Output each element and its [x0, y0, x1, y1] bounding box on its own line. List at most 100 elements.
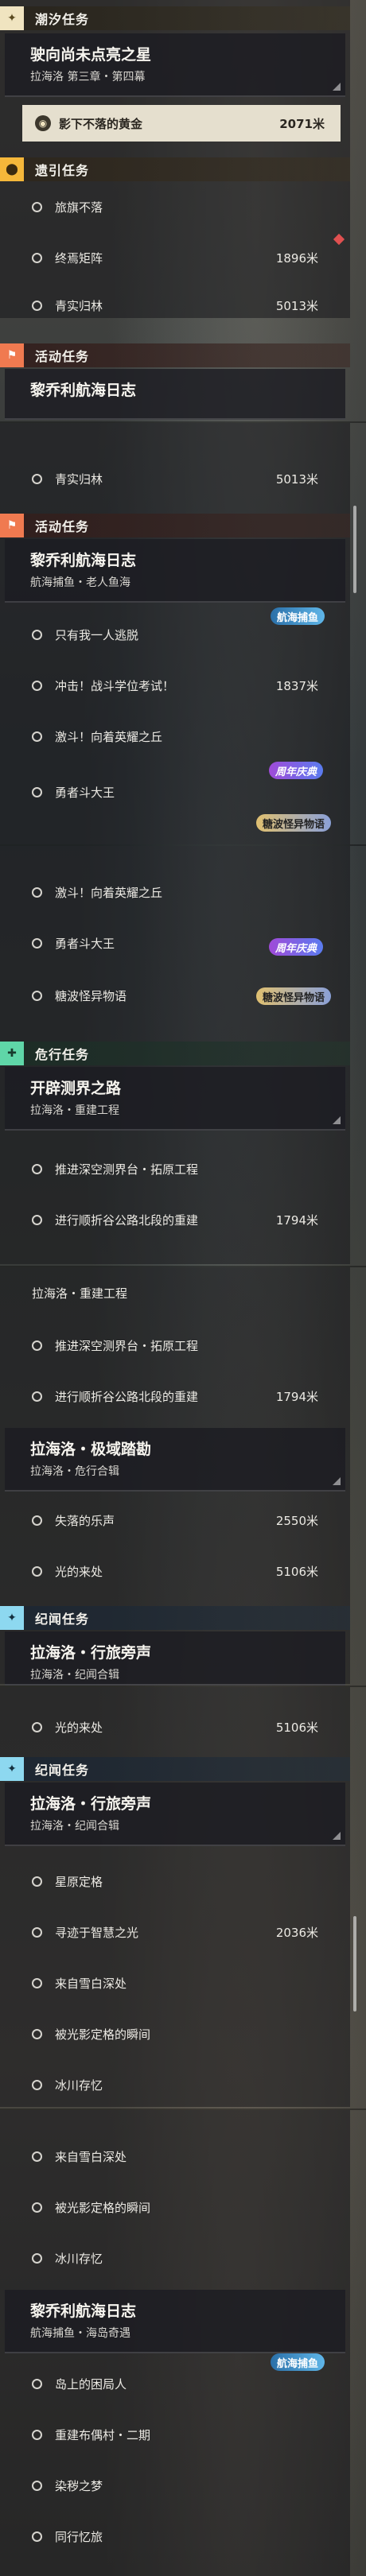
danger-quest-card[interactable]: 开辟测界之路 拉海洛・重建工程 — [5, 1067, 345, 1131]
circle-icon — [32, 990, 42, 1001]
list-item[interactable]: 光的来处 5106米 — [0, 1701, 350, 1752]
circle-icon — [32, 2480, 42, 2491]
flag-icon: ⚑ — [0, 343, 24, 367]
quest-subtitle: 拉海洛 第三章・第四幕 — [30, 71, 146, 83]
circle-icon — [32, 2028, 42, 2039]
quest-subtitle: 拉海洛・重建工程 — [30, 1104, 119, 1117]
item-distance: 5013米 — [275, 298, 318, 313]
guide-quest-header: ⬤ 遗引任务 — [0, 157, 350, 181]
list-item[interactable]: 寻迹于智慧之光 2036米 — [0, 1907, 350, 1957]
item-label: 终焉矩阵 — [55, 250, 103, 266]
list-item[interactable]: 推进深空测界台・拓原工程 — [0, 1143, 350, 1194]
item-label: 进行顺折谷公路北段的重建 — [55, 1212, 199, 1228]
circle-icon — [32, 1214, 42, 1225]
circle-icon — [32, 1721, 42, 1732]
list-item[interactable]: 来自雪白深处 — [0, 1957, 350, 2008]
list-item[interactable]: 失落的乐声 2550米 — [0, 1495, 350, 1546]
list-item[interactable]: 进行顺折谷公路北段的重建 1794米 — [0, 1371, 350, 1422]
activity-quest-card-2[interactable]: 黎乔利航海日志 航海捕鱼・海岛奇遇 — [5, 2290, 345, 2353]
list-item[interactable]: 进行顺折谷公路北段的重建 1794米 — [0, 1194, 350, 1245]
list-item[interactable]: 糖波怪异物语 — [0, 970, 350, 1021]
list-item[interactable]: 冲击！战斗学位考试！ 1837米 — [0, 660, 350, 711]
item-label: 进行顺折谷公路北段的重建 — [55, 1389, 199, 1404]
star-icon: ✦ — [0, 1757, 24, 1781]
shield-icon: ✚ — [0, 1042, 24, 1065]
scrollbar[interactable] — [353, 1916, 356, 2012]
circle-icon — [32, 2252, 42, 2264]
activity-quest-header: ⚑ 活动任务 — [0, 514, 350, 537]
circle-icon — [32, 1565, 42, 1577]
item-label: 被光影定格的瞬间 — [55, 2027, 151, 2042]
circle-icon — [32, 1515, 42, 1526]
circle-icon — [32, 1926, 42, 1938]
circle-icon — [32, 1163, 42, 1174]
list-item[interactable]: 重建布偶村・二期 — [0, 2409, 350, 2460]
circle-icon — [32, 1391, 42, 1402]
activity-quest-card[interactable]: 黎乔利航海日志 — [5, 369, 345, 420]
item-label: 激斗！向着英耀之丘 — [55, 729, 163, 744]
scrollbar[interactable] — [353, 506, 356, 593]
activity-quest-card[interactable]: 黎乔利航海日志 航海捕鱼・老人鱼海 — [5, 539, 345, 603]
chronicle-quest-card[interactable]: 拉海洛・行旅旁声 拉海洛・纪闻合辑 — [5, 1783, 345, 1846]
list-item[interactable]: 同行忆旅 — [0, 2511, 350, 2562]
list-item[interactable]: 激斗！向着英耀之丘 — [0, 711, 350, 762]
item-label: 冰川存忆 — [55, 2251, 103, 2266]
item-distance: 5106米 — [275, 1720, 318, 1735]
selected-objective[interactable]: ◉ 影下不落的黄金 2071米 — [22, 105, 341, 142]
item-label: 推进深空测界台・拓原工程 — [55, 1162, 199, 1177]
item-label: 冰川存忆 — [55, 2077, 103, 2093]
target-icon: ◉ — [35, 115, 51, 131]
item-label: 青实归林 — [55, 298, 103, 313]
story-badge: 糖波怪异物语 — [256, 814, 332, 832]
list-item[interactable]: 激斗！向着英耀之丘 — [0, 867, 350, 918]
item-label: 光的来处 — [55, 1564, 103, 1579]
circle-icon — [32, 886, 42, 898]
item-label: 糖波怪异物语 — [55, 988, 127, 1003]
danger-quest-card-2[interactable]: 拉海洛・极域踏勘 拉海洛・危行合辑 — [5, 1428, 345, 1492]
circle-icon — [32, 680, 42, 691]
circle-icon — [32, 937, 42, 949]
circle-icon — [32, 1977, 42, 1988]
list-item[interactable]: 光的来处 5106米 — [0, 1546, 350, 1596]
quest-subtitle: 拉海洛・危行合辑 — [30, 1465, 119, 1478]
list-item[interactable]: 冰川存忆 — [0, 2233, 350, 2283]
list-item[interactable]: 终焉矩阵 1896米 — [0, 232, 350, 283]
list-item[interactable]: 被光影定格的瞬间 — [0, 2008, 350, 2059]
list-item[interactable]: 染秽之梦 — [0, 2460, 350, 2511]
list-item[interactable]: 旅旗不落 — [0, 181, 350, 232]
circle-icon — [32, 786, 42, 797]
item-label: 只有我一人逃脱 — [55, 627, 139, 642]
item-label: 来自雪白深处 — [55, 1976, 127, 1991]
item-label: 光的来处 — [55, 1720, 103, 1735]
quest-subtitle: 拉海洛・纪闻合辑 — [30, 1820, 119, 1833]
item-label: 青实归林 — [55, 471, 103, 487]
chronicle-quest-header: ✦ 纪闻任务 — [0, 1606, 350, 1630]
list-item[interactable]: 被光影定格的瞬间 — [0, 2182, 350, 2233]
list-item[interactable]: 勇者斗大王 — [0, 918, 350, 968]
list-item[interactable]: 冰川存忆 — [0, 2059, 350, 2110]
item-label: 寻迹于智慧之光 — [55, 1925, 139, 1940]
circle-icon — [32, 2079, 42, 2090]
quest-title: 黎乔利航海日志 — [30, 382, 137, 399]
list-item[interactable]: 星原定格 — [0, 1856, 350, 1907]
list-item[interactable]: 岛上的困局人 — [0, 2358, 350, 2409]
list-item[interactable]: 青实归林 5013米 — [0, 453, 350, 504]
list-item[interactable]: 勇者斗大王 — [0, 766, 350, 817]
list-item[interactable]: 推进深空测界台・拓原工程 — [0, 1320, 350, 1371]
item-distance: 1794米 — [275, 1389, 318, 1404]
item-distance: 5106米 — [275, 1564, 318, 1579]
item-label: 染秽之梦 — [55, 2478, 103, 2493]
tide-quest-card[interactable]: 驶向尚未点亮之星 拉海洛 第三章・第四幕 — [5, 33, 345, 97]
item-label: 勇者斗大王 — [55, 936, 115, 951]
list-item[interactable]: 青实归林 5013米 — [0, 283, 350, 328]
item-label: 冲击！战斗学位考试！ — [55, 678, 175, 693]
list-item[interactable]: 只有我一人逃脱 — [0, 609, 350, 660]
quest-subtitle: 航海捕鱼・海岛奇遇 — [30, 2327, 130, 2340]
chronicle-quest-card[interactable]: 拉海洛・行旅旁声 拉海洛・纪闻合辑 — [5, 1631, 345, 1686]
item-label: 被光影定格的瞬间 — [55, 2200, 151, 2215]
list-item[interactable]: 来自雪白深处 — [0, 2131, 350, 2182]
item-distance: 5013米 — [275, 471, 318, 487]
circle-icon — [32, 2531, 42, 2542]
circle-icon — [32, 1876, 42, 1887]
objective-label: 影下不落的黄金 — [59, 116, 143, 131]
